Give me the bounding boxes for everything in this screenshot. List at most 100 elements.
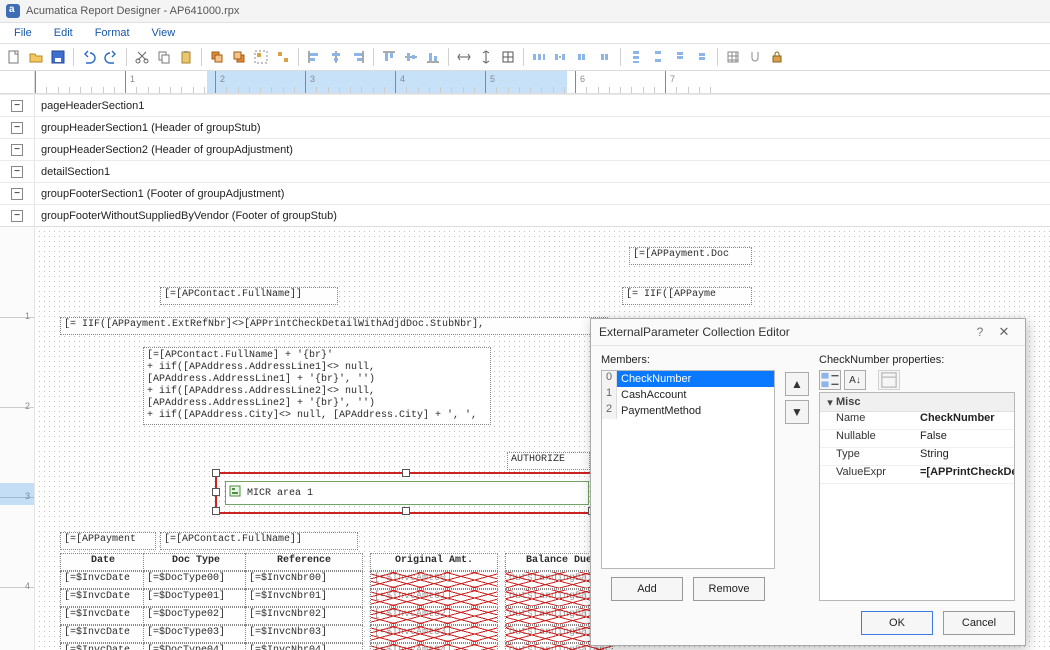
lock-icon[interactable] xyxy=(767,47,787,67)
property-grid[interactable]: ▾Misc NameCheckNumberNullableFalseTypeSt… xyxy=(819,392,1015,601)
dialog-close-icon[interactable]: ✕ xyxy=(991,324,1017,340)
cell-original-amt[interactable]: [=$InvcAmt03] xyxy=(370,625,498,643)
members-list[interactable]: 0CheckNumber1CashAccount2PaymentMethod xyxy=(601,370,775,569)
group-icon[interactable] xyxy=(251,47,271,67)
resize-handle[interactable] xyxy=(212,507,220,515)
cell-reference[interactable]: [=$InvcNbr02] xyxy=(245,607,363,625)
horizontal-ruler[interactable]: 1234567 xyxy=(0,71,1050,94)
expand-icon[interactable]: − xyxy=(11,188,23,200)
property-row[interactable]: TypeString xyxy=(820,448,1014,466)
cell-invcdate[interactable]: [=$InvcDate xyxy=(60,571,146,589)
member-item[interactable]: 2PaymentMethod xyxy=(602,403,774,419)
bring-front-icon[interactable] xyxy=(207,47,227,67)
paste-icon[interactable] xyxy=(176,47,196,67)
cell-doctype[interactable]: [=$DocType02] xyxy=(143,607,249,625)
snap-icon[interactable] xyxy=(745,47,765,67)
field-apcontact-fullname[interactable]: [=[APContact.FullName]] xyxy=(160,287,338,305)
alphabetical-icon[interactable]: A↓ xyxy=(844,370,866,390)
align-right-icon[interactable] xyxy=(348,47,368,67)
send-back-icon[interactable] xyxy=(229,47,249,67)
open-icon[interactable] xyxy=(26,47,46,67)
field-appayment[interactable]: [=[APPayment xyxy=(60,532,156,550)
field-iif-appayme[interactable]: [= IIF([APPayme xyxy=(622,287,752,305)
cell-original-amt[interactable]: [=$InvcAmt02] xyxy=(370,607,498,625)
hspace-dec-icon[interactable] xyxy=(573,47,593,67)
hspace-rem-icon[interactable] xyxy=(595,47,615,67)
expand-icon[interactable]: − xyxy=(11,144,23,156)
property-pages-icon[interactable] xyxy=(878,370,900,390)
vspace-inc-icon[interactable] xyxy=(648,47,668,67)
cell-original-amt[interactable]: [=$InvcAmt00] xyxy=(370,571,498,589)
property-row[interactable]: ValueExpr=[APPrintCheckDetai xyxy=(820,466,1014,484)
grid-icon[interactable] xyxy=(723,47,743,67)
field-address-block[interactable]: [=[APContact.FullName] + '{br}' + iif([A… xyxy=(143,347,491,425)
subreport-micr-area[interactable]: MICR area 1 xyxy=(225,481,589,505)
expand-icon[interactable]: − xyxy=(11,100,23,112)
align-bottom-icon[interactable] xyxy=(423,47,443,67)
vspace-dec-icon[interactable] xyxy=(670,47,690,67)
cell-invcdate[interactable]: [=$InvcDate xyxy=(60,643,146,650)
new-icon[interactable] xyxy=(4,47,24,67)
expand-icon[interactable]: − xyxy=(11,122,23,134)
hspace-inc-icon[interactable] xyxy=(551,47,571,67)
menu-edit[interactable]: Edit xyxy=(44,25,83,41)
expand-icon[interactable]: − xyxy=(11,166,23,178)
member-item[interactable]: 0CheckNumber xyxy=(602,371,774,387)
label-authorize[interactable]: AUTHORIZE xyxy=(507,452,590,470)
cell-invcdate[interactable]: [=$InvcDate xyxy=(60,607,146,625)
move-down-button[interactable]: ▼ xyxy=(785,400,809,424)
cell-invcdate[interactable]: [=$InvcDate xyxy=(60,625,146,643)
property-row[interactable]: NameCheckNumber xyxy=(820,412,1014,430)
table-header[interactable]: Date xyxy=(60,553,146,571)
section-header[interactable]: −groupFooterWithoutSuppliedByVendor (Foo… xyxy=(0,204,1050,226)
member-item[interactable]: 1CashAccount xyxy=(602,387,774,403)
ok-button[interactable]: OK xyxy=(861,611,933,635)
section-header[interactable]: −groupHeaderSection1 (Header of groupStu… xyxy=(0,116,1050,138)
resize-handle[interactable] xyxy=(212,469,220,477)
section-header[interactable]: −groupFooterSection1 (Footer of groupAdj… xyxy=(0,182,1050,204)
align-top-icon[interactable] xyxy=(379,47,399,67)
cell-doctype[interactable]: [=$DocType04] xyxy=(143,643,249,650)
cell-doctype[interactable]: [=$DocType00] xyxy=(143,571,249,589)
hspace-equal-icon[interactable] xyxy=(529,47,549,67)
cell-reference[interactable]: [=$InvcNbr00] xyxy=(245,571,363,589)
menu-format[interactable]: Format xyxy=(85,25,140,41)
cell-doctype[interactable]: [=$DocType01] xyxy=(143,589,249,607)
cancel-button[interactable]: Cancel xyxy=(943,611,1015,635)
section-header[interactable]: −groupHeaderSection2 (Header of groupAdj… xyxy=(0,138,1050,160)
save-icon[interactable] xyxy=(48,47,68,67)
field-iif-extrefnbr[interactable]: [= IIF([APPayment.ExtRefNbr]<>[APPrintCh… xyxy=(60,317,608,335)
cell-original-amt[interactable]: [=$InvcAmt01] xyxy=(370,589,498,607)
same-size-icon[interactable] xyxy=(498,47,518,67)
vspace-rem-icon[interactable] xyxy=(692,47,712,67)
cell-reference[interactable]: [=$InvcNbr03] xyxy=(245,625,363,643)
undo-icon[interactable] xyxy=(79,47,99,67)
resize-handle[interactable] xyxy=(402,507,410,515)
resize-handle[interactable] xyxy=(212,488,220,496)
dialog-title-bar[interactable]: ExternalParameter Collection Editor ? ✕ xyxy=(591,319,1025,346)
same-width-icon[interactable] xyxy=(454,47,474,67)
resize-handle[interactable] xyxy=(402,469,410,477)
same-height-icon[interactable] xyxy=(476,47,496,67)
table-header[interactable]: Doc Type xyxy=(143,553,249,571)
ungroup-icon[interactable] xyxy=(273,47,293,67)
field-apcontact-fullname-2[interactable]: [=[APContact.FullName]] xyxy=(160,532,358,550)
menu-view[interactable]: View xyxy=(142,25,186,41)
table-header[interactable]: Original Amt. xyxy=(370,553,498,571)
align-center-icon[interactable] xyxy=(326,47,346,67)
vspace-equal-icon[interactable] xyxy=(626,47,646,67)
property-row[interactable]: NullableFalse xyxy=(820,430,1014,448)
table-header[interactable]: Reference xyxy=(245,553,363,571)
field-appayment-doc[interactable]: [=[APPayment.Doc xyxy=(629,247,752,265)
cut-icon[interactable] xyxy=(132,47,152,67)
section-header[interactable]: −detailSection1 xyxy=(0,160,1050,182)
dialog-help-icon[interactable]: ? xyxy=(969,325,991,339)
expand-icon[interactable]: − xyxy=(11,210,23,222)
cell-reference[interactable]: [=$InvcNbr01] xyxy=(245,589,363,607)
add-button[interactable]: Add xyxy=(611,577,683,601)
section-header[interactable]: −pageHeaderSection1 xyxy=(0,94,1050,116)
vertical-ruler[interactable]: 12345 xyxy=(0,227,35,650)
align-left-icon[interactable] xyxy=(304,47,324,67)
align-middle-icon[interactable] xyxy=(401,47,421,67)
categorized-icon[interactable] xyxy=(819,370,841,390)
